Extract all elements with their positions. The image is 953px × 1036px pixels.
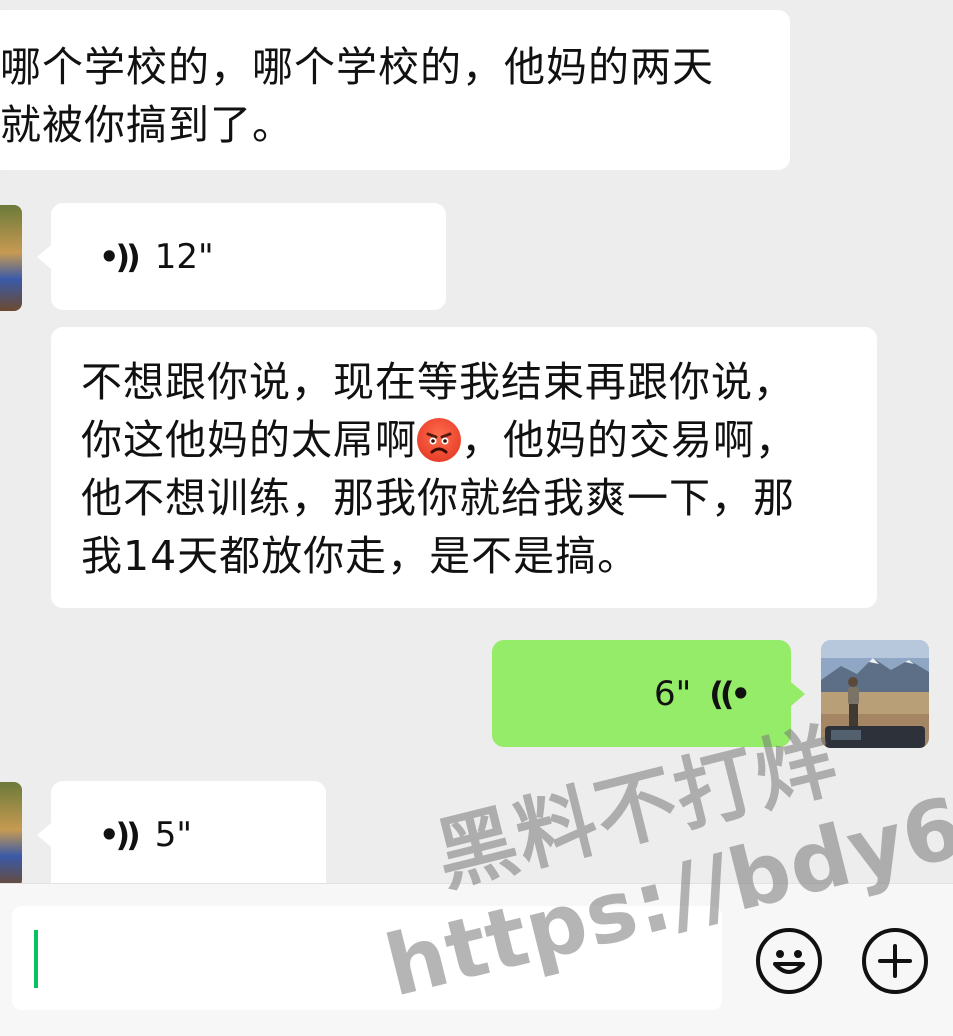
smiley-face-icon: [773, 950, 805, 974]
message-text: 不想跟你说，现在等我结束再跟你说， 你这他妈的太屌啊 ，他妈的交易啊， 他不想训练…: [81, 353, 877, 585]
message-line: 他不想训练，那我你就给我爽一下，那: [81, 474, 795, 522]
chat-message-area[interactable]: 哪个学校的，哪个学校的，他妈的两天 就被你搞到了。 •)) 12" 不想跟你说，…: [0, 0, 953, 883]
contact-avatar[interactable]: [0, 782, 22, 883]
angry-face-emoji: [417, 418, 461, 462]
voice-wave-icon: ((•: [709, 675, 751, 713]
user-avatar[interactable]: [821, 640, 929, 748]
landscape-avatar-image: [821, 640, 929, 748]
voice-wave-icon: •)): [99, 238, 141, 276]
message-line: 哪个学校的，哪个学校的，他妈的两天: [0, 43, 714, 91]
message-line: 我14天都放你走，是不是搞。: [81, 532, 640, 580]
text-caret: [34, 930, 38, 988]
voice-duration: 6": [654, 674, 692, 714]
message-line-part: ，他妈的交易啊，: [461, 416, 797, 464]
voice-message[interactable]: •)) 12": [37, 203, 446, 310]
message-input[interactable]: [12, 906, 722, 1010]
message-line: 不想跟你说，现在等我结束再跟你说，: [81, 358, 795, 406]
message-line: 就被你搞到了。: [0, 101, 294, 149]
message-line-part: 你这他妈的太屌啊: [81, 416, 417, 464]
message-line: 你这他妈的太屌啊 ，他妈的交易啊，: [81, 411, 877, 469]
plus-circle-icon: [878, 944, 912, 978]
voice-wave-icon: •)): [99, 816, 141, 854]
voice-message[interactable]: •)) 5": [37, 781, 326, 883]
contact-avatar[interactable]: [0, 205, 22, 311]
voice-duration: 5": [154, 815, 192, 855]
more-options-button[interactable]: [862, 928, 928, 994]
emoji-button[interactable]: [756, 928, 822, 994]
message-bubble[interactable]: 不想跟你说，现在等我结束再跟你说， 你这他妈的太屌啊 ，他妈的交易啊， 他不想训练…: [51, 327, 877, 608]
voice-message-sent[interactable]: 6" ((•: [492, 640, 805, 747]
message-text: 哪个学校的，哪个学校的，他妈的两天 就被你搞到了。: [0, 38, 790, 154]
input-bar: [0, 883, 953, 1036]
message-bubble[interactable]: 哪个学校的，哪个学校的，他妈的两天 就被你搞到了。: [0, 10, 790, 170]
voice-duration: 12": [154, 237, 214, 277]
